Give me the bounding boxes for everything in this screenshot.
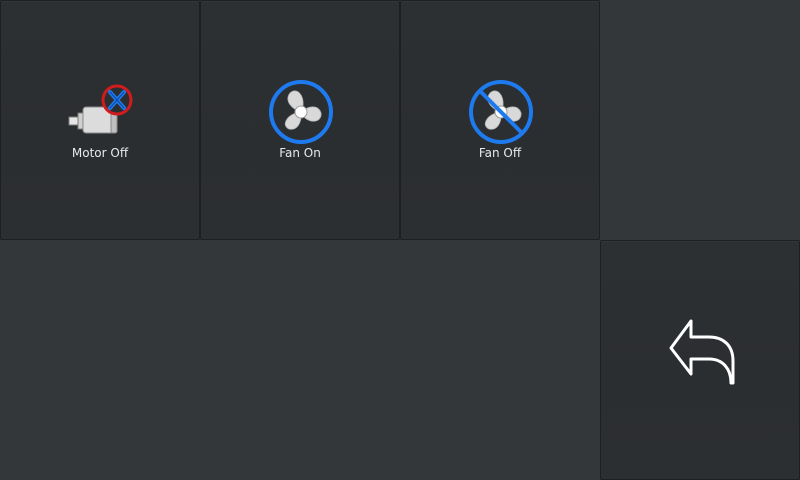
fan-on-button[interactable]: Fan On <box>200 0 400 240</box>
fan-off-button[interactable]: Fan Off <box>400 0 600 240</box>
control-panel-screen: Motor Off Fan On Fan Off <box>0 0 800 480</box>
back-arrow-icon <box>669 319 735 385</box>
motor-off-label: Motor Off <box>71 146 129 160</box>
fan-on-label: Fan On <box>279 146 321 160</box>
fan-on-icon <box>269 80 333 144</box>
motor-off-button[interactable]: Motor Off <box>0 0 200 240</box>
fan-off-label: Fan Off <box>478 146 522 160</box>
motor-off-icon <box>68 84 133 134</box>
back-button[interactable] <box>600 240 800 480</box>
fan-off-icon <box>469 80 533 144</box>
